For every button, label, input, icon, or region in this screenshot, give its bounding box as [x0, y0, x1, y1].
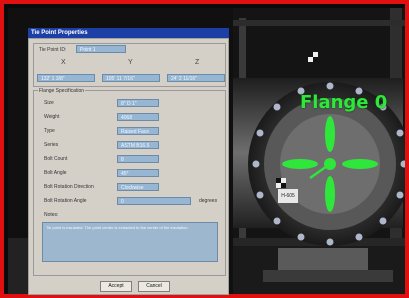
notes-label: Notes:	[44, 212, 59, 218]
series-field[interactable]: ASTM B16.5	[117, 141, 159, 149]
tie-point-properties-dialog: Tie Point ID: Point 1 X Y Z 132' 1 3/8" …	[28, 38, 229, 295]
scan-target	[276, 178, 286, 188]
series-label: Series	[44, 142, 59, 148]
degrees-label: degrees	[199, 198, 218, 204]
dialog-title-bar[interactable]: Tie Point Properties	[28, 28, 229, 38]
bolt-angle-label: Bolt Angle	[44, 170, 67, 176]
tie-point-group: Tie Point ID: Point 1 X Y Z 132' 1 3/8" …	[33, 43, 226, 87]
weight-field[interactable]: 4068	[117, 113, 159, 121]
flange-spec-title: Flange Specification	[38, 88, 86, 94]
cancel-button[interactable]: Cancel	[138, 281, 170, 292]
notes-textarea[interactable]: Tie point is insulated. The point center…	[42, 222, 218, 262]
y-coordinate-field[interactable]: 105' 11 7/16"	[102, 74, 160, 82]
type-field[interactable]: Raised Face	[117, 127, 159, 135]
z-header: Z	[195, 59, 200, 66]
bolt-angle-field[interactable]: 45°	[117, 169, 159, 177]
bolt-rotation-angle-field[interactable]: 0	[117, 197, 191, 205]
tie-point-id-field[interactable]: Point 1	[76, 45, 126, 53]
bolt-count-field[interactable]: 8	[117, 155, 159, 163]
z-coordinate-field[interactable]: 24' 2 11/16"	[167, 74, 225, 82]
type-label: Type	[44, 128, 55, 134]
tie-point-id-label: Tie Point ID:	[39, 47, 67, 53]
size-field[interactable]: 8" D 1"	[117, 99, 159, 107]
flange-label: Flange 0	[300, 92, 388, 113]
weight-label: Weight	[44, 114, 60, 120]
bolt-rotation-angle-label: Bolt Rotation Angle	[44, 198, 87, 204]
equipment-tag: H-605	[278, 189, 298, 203]
accept-button[interactable]: Accept	[100, 281, 132, 292]
bolt-count-label: Bolt Count	[44, 156, 68, 162]
x-coordinate-field[interactable]: 132' 1 3/8"	[37, 74, 95, 82]
flange-specification-group: Flange Specification Size 8" D 1" Weight…	[33, 88, 226, 276]
y-header: Y	[128, 59, 133, 66]
scan-target	[308, 52, 318, 62]
x-header: X	[61, 59, 66, 66]
size-label: Size	[44, 100, 54, 106]
bolt-rotation-direction-label: Bolt Rotation Direction	[44, 184, 94, 190]
bolt-rotation-direction-field[interactable]: Clockwise	[117, 183, 159, 191]
